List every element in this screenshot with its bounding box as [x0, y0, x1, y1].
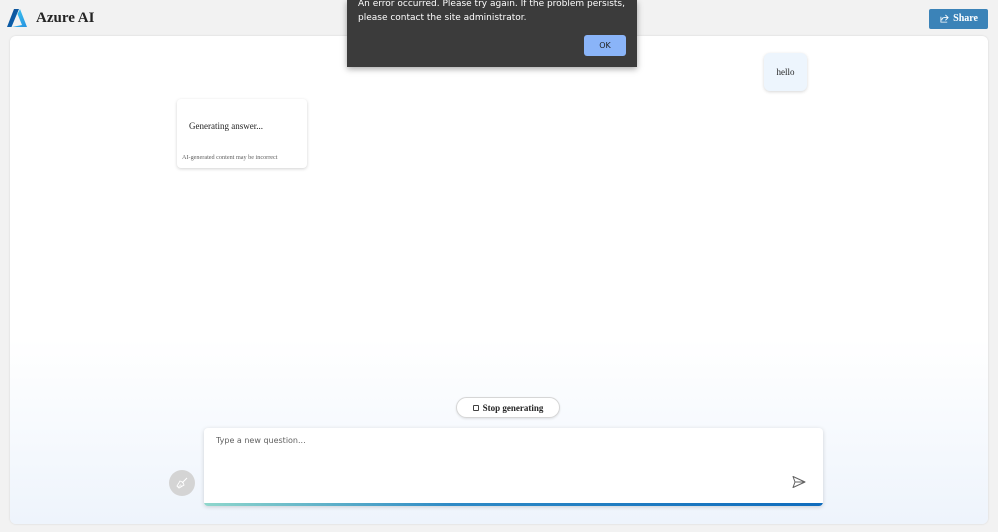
share-button[interactable]: Share: [929, 8, 988, 29]
answer-disclaimer: AI-generated content may be incorrect: [182, 154, 278, 161]
send-icon: [792, 476, 806, 488]
input-accent-bar: [204, 503, 823, 506]
clear-chat-button[interactable]: [169, 470, 195, 496]
user-message-text: hello: [776, 67, 795, 77]
stop-generating-label: Stop generating: [482, 402, 544, 413]
app-title: Azure AI: [36, 9, 95, 26]
ok-button[interactable]: OK: [584, 35, 626, 56]
stop-icon: [472, 404, 479, 411]
stop-generating-button[interactable]: Stop generating: [456, 397, 560, 418]
error-alert-message: An error occurred. Please try again. If …: [358, 0, 625, 23]
answer-text: Generating answer...: [189, 121, 263, 131]
user-message-bubble: hello: [764, 53, 807, 91]
error-alert-dialog: An error occurred. Please try again. If …: [347, 0, 637, 67]
brand: Azure AI: [7, 9, 94, 27]
send-button[interactable]: [791, 474, 807, 490]
chat-panel: hello Generating answer... AI-generated …: [10, 36, 988, 524]
question-input[interactable]: [216, 436, 776, 476]
broom-icon: [176, 477, 188, 489]
question-input-box: [204, 428, 823, 506]
answer-card: Generating answer... AI-generated conten…: [177, 99, 307, 168]
share-label: Share: [953, 13, 978, 24]
share-icon: [940, 14, 949, 23]
azure-logo-icon: [7, 9, 27, 27]
